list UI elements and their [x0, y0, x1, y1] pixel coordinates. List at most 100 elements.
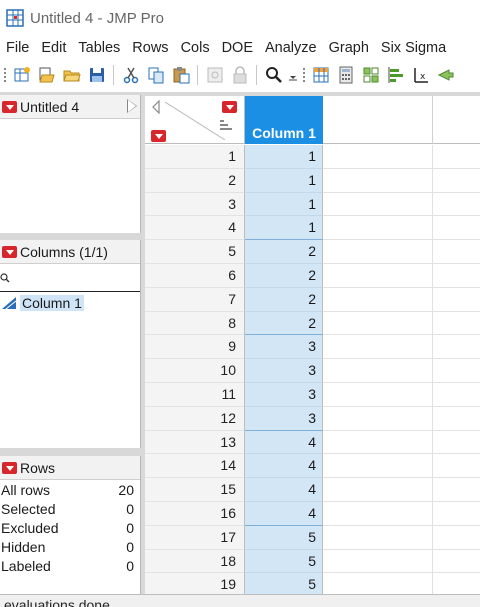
row-menu-lines-icon[interactable] — [219, 120, 233, 132]
data-cell[interactable]: 2 — [245, 240, 323, 264]
menu-edit[interactable]: Edit — [35, 40, 72, 56]
table-row[interactable]: 10 3 — [145, 359, 480, 383]
row-number[interactable]: 4 — [145, 216, 245, 241]
row-number[interactable]: 14 — [145, 454, 245, 479]
empty-cell[interactable] — [323, 240, 433, 264]
table-row[interactable]: 12 3 — [145, 406, 480, 431]
data-cell[interactable]: 3 — [245, 335, 323, 360]
row-number[interactable]: 6 — [145, 264, 245, 288]
column-list-item[interactable]: Column 1 — [0, 295, 140, 311]
empty-cell[interactable] — [433, 216, 480, 241]
empty-cell[interactable] — [433, 264, 480, 288]
empty-cell[interactable] — [323, 406, 433, 431]
table-row[interactable]: 72 — [145, 287, 480, 312]
cut-icon[interactable] — [120, 64, 142, 86]
empty-cell[interactable] — [323, 454, 433, 479]
row-number[interactable]: 11 — [145, 383, 245, 407]
empty-cell[interactable] — [433, 502, 480, 526]
table-row[interactable]: 11 — [145, 145, 480, 169]
toolbar-grip[interactable] — [2, 64, 8, 86]
row-number[interactable]: 19 — [145, 573, 245, 594]
column-red-triangle-icon[interactable] — [222, 101, 237, 113]
menu-cols[interactable]: Cols — [175, 40, 216, 56]
row-number[interactable]: 12 — [145, 406, 245, 431]
data-cell[interactable]: 1 — [245, 168, 323, 193]
search-icon[interactable] — [263, 64, 285, 86]
empty-cell[interactable] — [433, 359, 480, 383]
red-triangle-menu-icon[interactable] — [2, 461, 17, 474]
table-row[interactable]: 16 4 — [145, 502, 480, 526]
table-row[interactable]: 52 — [145, 240, 480, 264]
row-number[interactable]: 15 — [145, 478, 245, 502]
table-row[interactable]: 31 — [145, 192, 480, 217]
corner-left-arrow-icon[interactable] — [151, 100, 161, 114]
data-cell[interactable]: 1 — [245, 216, 323, 241]
column-header-column-1[interactable]: Column 1 — [245, 96, 323, 144]
row-number[interactable]: 13 — [145, 430, 245, 455]
copy-icon[interactable] — [145, 64, 167, 86]
data-cell[interactable]: 3 — [245, 383, 323, 407]
table-icon[interactable] — [310, 64, 332, 86]
empty-cell[interactable] — [323, 359, 433, 383]
empty-cell[interactable] — [323, 192, 433, 217]
row-number[interactable]: 10 — [145, 359, 245, 383]
empty-cell[interactable] — [323, 478, 433, 502]
row-number[interactable]: 1 — [145, 145, 245, 169]
data-cell[interactable]: 4 — [245, 478, 323, 502]
empty-cell[interactable] — [433, 193, 480, 217]
data-cell[interactable]: 3 — [245, 406, 323, 431]
empty-cell[interactable] — [323, 145, 433, 169]
data-grid-icon[interactable] — [204, 64, 226, 86]
table-row[interactable]: 13 4 — [145, 430, 480, 455]
data-cell[interactable]: 5 — [245, 525, 323, 550]
empty-cell[interactable] — [323, 335, 433, 360]
empty-cell[interactable] — [323, 573, 433, 594]
table-row[interactable]: 14 4 — [145, 454, 480, 479]
menu-tables[interactable]: Tables — [72, 40, 126, 56]
new-data-table-icon[interactable] — [11, 64, 33, 86]
table-row[interactable]: 17 5 — [145, 525, 480, 550]
data-cell[interactable]: 1 — [245, 192, 323, 217]
save-icon[interactable] — [86, 64, 108, 86]
menu-graph[interactable]: Graph — [323, 40, 375, 56]
data-cell[interactable]: 5 — [245, 549, 323, 574]
empty-cell[interactable] — [433, 169, 480, 193]
empty-cell[interactable] — [433, 312, 480, 336]
grid-layout-icon[interactable] — [360, 64, 382, 86]
menu-file[interactable]: File — [0, 40, 35, 56]
table-row[interactable]: 11 3 — [145, 383, 480, 407]
empty-cell[interactable] — [323, 525, 433, 550]
data-cell[interactable]: 3 — [245, 359, 323, 383]
empty-column-header[interactable] — [323, 96, 433, 144]
row-number[interactable]: 2 — [145, 168, 245, 193]
toolbar-grip[interactable] — [301, 64, 307, 86]
empty-cell[interactable] — [433, 573, 480, 594]
grid-corner[interactable] — [145, 96, 245, 144]
menu-doe[interactable]: DOE — [216, 40, 259, 56]
table-row[interactable]: 62 — [145, 264, 480, 288]
table-row[interactable]: 15 4 — [145, 478, 480, 502]
data-cell[interactable]: 2 — [245, 287, 323, 312]
empty-cell[interactable] — [323, 502, 433, 526]
empty-cell[interactable] — [433, 526, 480, 550]
open-folder-icon[interactable] — [61, 64, 83, 86]
menu-analyze[interactable]: Analyze — [259, 40, 323, 56]
row-number[interactable]: 8 — [145, 311, 245, 336]
empty-cell[interactable] — [433, 550, 480, 574]
data-cell[interactable]: 2 — [245, 264, 323, 288]
row-number[interactable]: 5 — [145, 240, 245, 264]
empty-cell[interactable] — [323, 430, 433, 455]
data-cell[interactable]: 2 — [245, 311, 323, 336]
empty-cell[interactable] — [323, 168, 433, 193]
table-row[interactable]: 41 — [145, 216, 480, 241]
row-number[interactable]: 3 — [145, 192, 245, 217]
row-number[interactable]: 9 — [145, 335, 245, 360]
column-search-field[interactable] — [0, 264, 140, 292]
empty-cell[interactable] — [323, 311, 433, 336]
table-row[interactable]: 21 — [145, 168, 480, 193]
empty-cell[interactable] — [433, 383, 480, 407]
bar-chart-icon[interactable] — [385, 64, 407, 86]
row-number[interactable]: 7 — [145, 287, 245, 312]
calculator-icon[interactable] — [335, 64, 357, 86]
arrow-icon[interactable] — [435, 64, 457, 86]
